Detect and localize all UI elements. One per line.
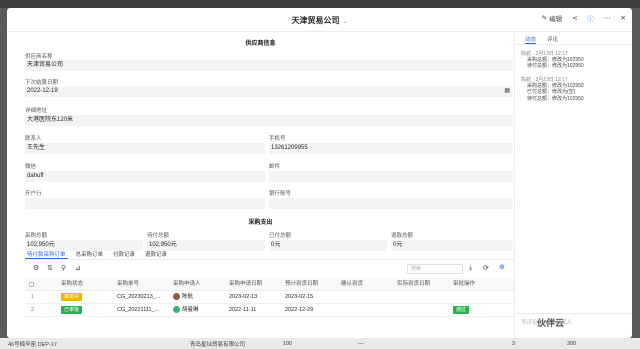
tab-payments[interactable]: 付款记录 (111, 247, 137, 259)
pencil-icon: ✎ (541, 15, 548, 22)
activity-line: 待付总额：修改为102950 (527, 95, 584, 102)
applicant-cell: 胡曼琳 (173, 304, 199, 317)
header-actions: ✎ 编辑 ⋖ ⓘ ⋯ ✕ (542, 13, 626, 23)
background-cell: 3 (512, 340, 516, 347)
tab-activity[interactable]: 动态 (525, 35, 537, 44)
more-icon[interactable]: ⋯ (604, 14, 611, 22)
expected-date-cell: 2022-12-29 (285, 307, 314, 313)
close-icon[interactable]: ✕ (621, 14, 626, 22)
calendar-icon[interactable]: ▦ (504, 86, 510, 97)
background-cell: — (358, 340, 364, 347)
activity-item: 陈航 · 2月13日 12:17 采购总额：修改为102950 待付总额：修改为… (521, 51, 629, 70)
record-title[interactable]: 天津贸易公司 ⌄ (7, 15, 632, 26)
comment-input[interactable]: 写评论，@ 提及某人 (515, 313, 632, 338)
background-cell: 46号楠辛座 DEP-17 (8, 341, 57, 348)
phone-field[interactable]: 13261209955 (269, 143, 513, 154)
row-number: 2 (31, 307, 35, 313)
filter-icon[interactable]: ⊿ (75, 264, 81, 272)
col-confirmed[interactable]: 确认到货 (341, 278, 363, 291)
row-number: 1 (31, 294, 35, 300)
activity-panel: 动态 评论 陈航 · 2月13日 12:17 采购总额：修改为102950 待付… (514, 32, 632, 338)
status-badge: 审批中 (61, 293, 83, 301)
add-icon[interactable]: ⊕ (499, 263, 505, 271)
status-badge: 已审批 (61, 306, 83, 314)
email-label: 邮件 (269, 164, 281, 170)
download-icon[interactable]: ⤓ (469, 264, 472, 272)
background-table-row: 46号楠辛座 DEP-17 青岛星灿贸易有限公司 100 — 3 300 (0, 338, 640, 349)
apply-date-cell: 2023-02-13 (229, 294, 258, 300)
background-window-bar (0, 0, 640, 8)
order-tabs: 待付款采购订单 总采购订单 付款记录 退款记录 (25, 247, 514, 260)
col-expected-date[interactable]: 预计到货日期 (285, 278, 318, 291)
table-toolbar: ⚙ ⇅ ⚲ ⊿ 搜索 ⤓ ⟳ ⊕ (25, 260, 514, 278)
tab-comment[interactable]: 评论 (547, 35, 558, 43)
info-icon[interactable]: ⓘ (588, 13, 595, 23)
tab-pending-orders[interactable]: 待付款采购订单 (25, 247, 68, 259)
search-input[interactable]: 搜索 (407, 264, 463, 274)
chevron-down-icon[interactable]: ⌄ (342, 19, 347, 25)
supplier-info-title: 供应商信息 (245, 41, 276, 47)
table-row[interactable]: 1 审批中 CG_20230213_... 陈航 2023-02-13 2023… (25, 291, 514, 304)
bank-field[interactable] (25, 198, 265, 209)
refresh-icon[interactable]: ⟳ (483, 264, 489, 272)
share-icon[interactable]: ⋖ (572, 14, 577, 22)
order-no-cell[interactable]: CG_20230213_... (117, 291, 171, 304)
tab-all-orders[interactable]: 总采购订单 (74, 247, 106, 259)
next-settlement-date-field[interactable]: 2022-12-19 ▦ (25, 86, 513, 97)
background-cell: 100 (283, 340, 293, 347)
col-approval[interactable]: 审批操作 (453, 278, 475, 291)
col-actual-date[interactable]: 实际到货日期 (397, 278, 430, 291)
contact-field[interactable]: 王先生 (25, 143, 265, 154)
avatar (173, 293, 180, 301)
modal-header: 天津贸易公司 ⌄ ✎ 编辑 ⋖ ⓘ ⋯ ✕ (7, 8, 632, 32)
phone-label: 手机号 (269, 136, 286, 142)
edit-button[interactable]: ✎ 编辑 (542, 13, 562, 23)
sort-icon[interactable]: ⇅ (47, 264, 53, 272)
table-row[interactable]: 2 已审批 CG_20221111_... 胡曼琳 2022-11-11 202… (25, 304, 514, 317)
col-order-no[interactable]: 采购单号 (117, 278, 139, 291)
approval-badge[interactable]: 通过 (453, 306, 470, 314)
col-apply-date[interactable]: 采购申请日期 (229, 278, 262, 291)
status-cell: 已审批 (61, 304, 83, 317)
account-field[interactable] (269, 198, 513, 209)
activity-tabs: 动态 评论 (515, 32, 632, 45)
supplier-name-field[interactable]: 天津贸易公司 (25, 60, 513, 71)
refund-label: 退款总额 (391, 233, 414, 239)
settings-icon[interactable]: ⚙ (33, 264, 39, 272)
address-field[interactable]: 大港医院东120米 (25, 115, 513, 126)
col-status[interactable]: 采购状态 (61, 278, 83, 291)
expected-date-cell: 2023-02-15 (285, 294, 314, 300)
applicant-cell: 陈航 (173, 291, 193, 304)
background-cell: 青岛星灿贸易有限公司 (190, 341, 246, 348)
wechat-label: 微信 (25, 164, 37, 170)
pending-label: 待付总额 (147, 233, 170, 239)
col-applicant[interactable]: 采购申请人 (173, 278, 201, 291)
order-no-cell[interactable]: CG_20221111_... (117, 304, 171, 317)
address-label: 详细地址 (25, 108, 48, 114)
select-all-checkbox[interactable] (29, 282, 34, 287)
apply-date-cell: 2022-11-11 (229, 307, 257, 313)
table-header: 采购状态 采购单号 采购申请人 采购申请日期 预计到货日期 确认到货 实际到货日… (25, 278, 514, 291)
activity-item: 陈航 · 2月13日 12:17 采购总额：修改为102950 已付总额：修改为… (521, 77, 629, 102)
avatar (173, 306, 180, 314)
supplier-name-label: 供应商名称 (25, 54, 53, 60)
email-field[interactable] (269, 171, 513, 182)
approval-cell: 通过 (453, 304, 470, 317)
purchase-section-title: 采购支出 (248, 220, 273, 226)
total-label: 采购总额 (25, 233, 48, 239)
next-settlement-label: 下次结算日期 (25, 80, 59, 86)
status-cell: 审批中 (61, 291, 83, 304)
activity-line: 待付总额：修改为102950 (527, 63, 584, 70)
wechat-field[interactable]: dahuff (25, 171, 265, 182)
pin-icon[interactable]: ⚲ (61, 264, 66, 272)
paid-label: 已付总额 (269, 233, 292, 239)
background-cell: 300 (567, 340, 577, 347)
tab-refunds[interactable]: 退款记录 (143, 247, 169, 259)
bank-label: 开户行 (25, 191, 42, 197)
supplier-detail-modal: 天津贸易公司 ⌄ ✎ 编辑 ⋖ ⓘ ⋯ ✕ 供应商信息 供应商名称 天津贸易公司 下… (7, 8, 632, 338)
account-label: 银行账号 (269, 191, 292, 197)
watermark-logo: 伙伴云 (537, 318, 565, 328)
contact-label: 联系人 (25, 136, 42, 142)
